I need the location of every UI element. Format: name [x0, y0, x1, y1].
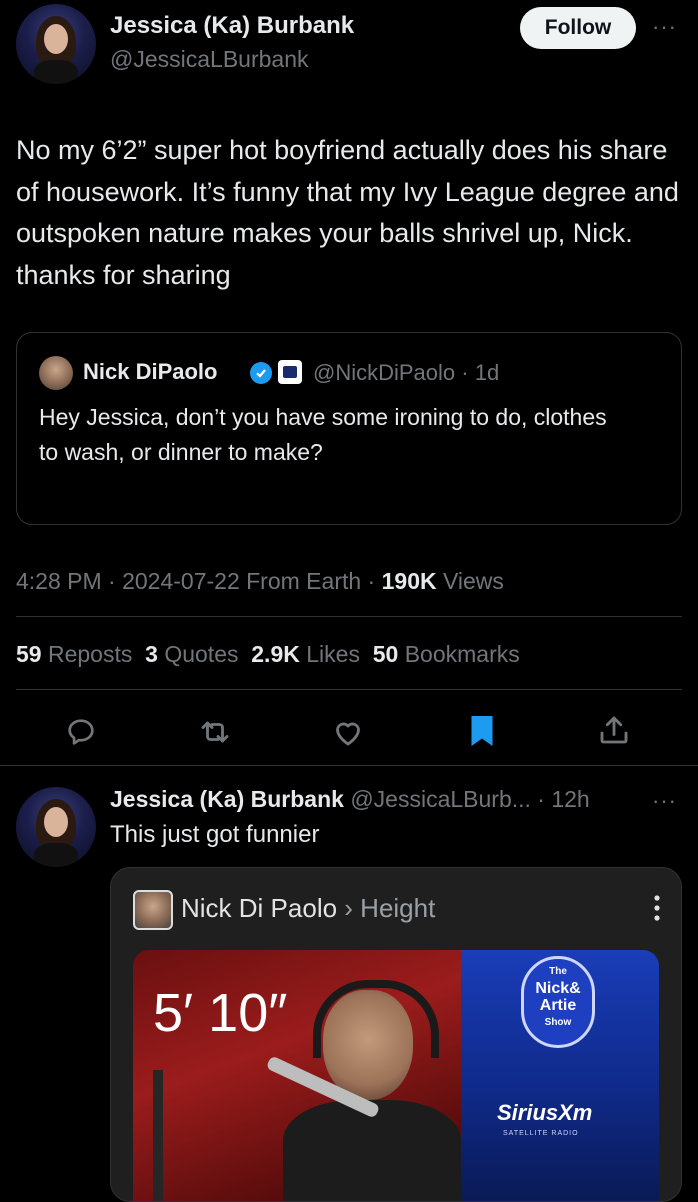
- quote-text: Hey Jessica, don’t you have some ironing…: [39, 404, 607, 465]
- mic-stand: [153, 1070, 163, 1201]
- reply-header: Jessica (Ka) Burbank @JessicaLBurb... · …: [110, 786, 590, 813]
- avatar-face: [44, 24, 68, 54]
- height-value: 5′ 10″: [153, 983, 288, 1043]
- affiliate-badge-icon: [278, 360, 302, 384]
- tweet-meta: 4:28 PM · 2024-07-22 From Earth · 190K V…: [16, 568, 504, 595]
- author-avatar[interactable]: [16, 4, 96, 84]
- avatar-body: [34, 60, 78, 84]
- follow-button[interactable]: Follow: [520, 7, 636, 49]
- verified-badge-icon: [250, 362, 272, 384]
- quote-avatar[interactable]: [39, 356, 73, 390]
- sirius-sub: SATELLITE RADIO: [503, 1130, 579, 1137]
- logo-line1: Nick&: [535, 980, 581, 997]
- divider: [16, 689, 682, 690]
- headphones-icon: [313, 980, 439, 1058]
- quote-handle-time[interactable]: @NickDiPaolo · 1d: [313, 360, 499, 386]
- like-icon[interactable]: [330, 714, 366, 750]
- card-title[interactable]: Nick Di Paolo: [181, 893, 337, 923]
- logo-the: The: [549, 966, 567, 977]
- avatar-body: [34, 843, 78, 867]
- bookmarks-stat[interactable]: 50 Bookmarks: [373, 641, 520, 667]
- quotes-stat[interactable]: 3 Quotes: [145, 641, 238, 667]
- share-icon[interactable]: [596, 712, 632, 748]
- quote-author-name[interactable]: Nick DiPaolo: [83, 359, 217, 385]
- views-count: 190K: [381, 568, 437, 594]
- search-result-card[interactable]: Nick Di Paolo › Height 5′ 10″ The Nick& …: [110, 867, 682, 1202]
- reply-text: This just got funnier: [110, 821, 320, 848]
- reply-handle-time[interactable]: @JessicaLBurb... · 12h: [344, 786, 589, 812]
- card-separator: ›: [337, 893, 361, 923]
- card-photo[interactable]: 5′ 10″: [133, 950, 461, 1201]
- author-handle[interactable]: @JessicaLBurbank: [110, 46, 309, 73]
- repost-icon[interactable]: [197, 714, 233, 750]
- divider: [16, 616, 682, 617]
- reply-more-options-icon[interactable]: ···: [652, 788, 677, 814]
- avatar-face: [44, 807, 68, 837]
- author-name[interactable]: Jessica (Ka) Burbank: [110, 12, 354, 40]
- reply-icon[interactable]: [64, 715, 98, 749]
- tweet-time-date: 4:28 PM · 2024-07-22 From Earth ·: [16, 568, 382, 594]
- thread-divider: [0, 765, 698, 766]
- card-title-line: Nick Di Paolo › Height: [181, 893, 435, 924]
- show-logo: The Nick& Artie Show: [521, 956, 595, 1048]
- logo-line3: Show: [544, 1017, 572, 1028]
- logo-line2: Artie: [539, 997, 577, 1014]
- views-label: Views: [436, 568, 504, 594]
- card-favicon-icon: [133, 890, 173, 930]
- quoted-tweet-card[interactable]: Nick DiPaolo @NickDiPaolo · 1d Hey Jessi…: [16, 332, 682, 525]
- reposts-stat[interactable]: 59 Reposts: [16, 641, 132, 667]
- card-subtitle[interactable]: Height: [360, 893, 435, 923]
- reply-author-name[interactable]: Jessica (Ka) Burbank: [110, 786, 344, 812]
- reply-author-avatar[interactable]: [16, 787, 96, 867]
- card-menu-icon[interactable]: [651, 892, 663, 924]
- likes-stat[interactable]: 2.9K Likes: [251, 641, 360, 667]
- show-backdrop: The Nick& Artie Show SiriusXm SATELLITE …: [461, 950, 659, 1201]
- engagement-stats: 59 Reposts 3 Quotes 2.9K Likes 50 Bookma…: [16, 641, 520, 668]
- tweet-text: No my 6’2” super hot boyfriend actually …: [16, 135, 679, 290]
- bookmark-icon[interactable]: [466, 713, 498, 749]
- sirius-logo: SiriusXm: [497, 1100, 593, 1125]
- more-options-icon[interactable]: ···: [652, 14, 677, 40]
